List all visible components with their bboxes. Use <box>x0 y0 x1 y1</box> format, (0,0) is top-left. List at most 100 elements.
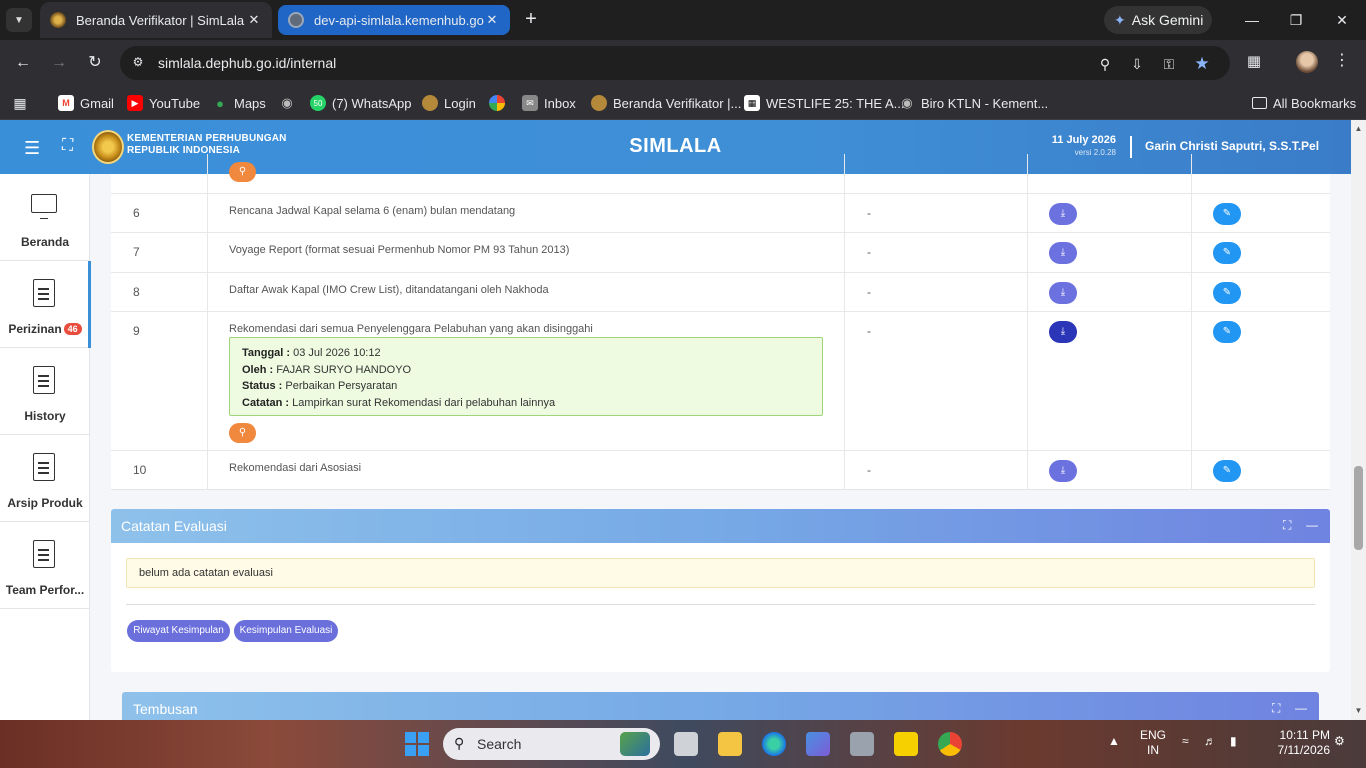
bookmark-youtube[interactable]: ▶ YouTube <box>127 93 200 113</box>
volume-icon[interactable]: ♬ <box>1204 734 1216 749</box>
row-document: Rekomendasi dari Asosiasi <box>208 451 845 490</box>
emblem-icon <box>591 95 607 111</box>
chrome-icon[interactable] <box>938 732 962 756</box>
page-scrollbar[interactable]: ▲ ▼ <box>1351 120 1366 720</box>
row-value: - <box>845 273 1028 311</box>
clock[interactable]: 10:11 PM 7/11/2026 <box>1262 728 1331 758</box>
app-viewport: ☰ ⛶ KEMENTERIAN PERHUBUNGAN REPUBLIK IND… <box>0 120 1366 720</box>
forward-arrow-icon[interactable]: → <box>46 50 72 76</box>
site-info-icon[interactable]: ⚙ <box>130 55 146 71</box>
restore-icon[interactable]: ❐ <box>1284 8 1308 32</box>
install-app-icon[interactable]: ⇩ <box>1128 55 1146 73</box>
table-row: 6 Rencana Jadwal Kapal selama 6 (enam) b… <box>111 193 1330 232</box>
language-indicator[interactable]: ENG IN <box>1138 728 1168 758</box>
download-icon[interactable]: ⤓ <box>1049 242 1077 264</box>
zoom-icon[interactable]: ⚲ <box>1096 55 1114 73</box>
collapse-minus-icon[interactable]: — <box>1306 518 1318 532</box>
sidebar-item-label: Arsip Produk <box>7 496 83 510</box>
document-icon <box>33 366 55 394</box>
close-window-icon[interactable]: ✕ <box>1330 8 1354 32</box>
scrollbar-thumb[interactable] <box>1354 466 1363 550</box>
sidebar: Beranda Perizinan 46 History Arsip Produk… <box>0 174 91 720</box>
extensions-puzzle-icon[interactable]: ▦ <box>1244 52 1264 72</box>
download-icon[interactable]: ⤓ <box>1049 203 1077 225</box>
download-icon[interactable]: ⤓ <box>1049 321 1077 343</box>
scroll-up-icon[interactable]: ▲ <box>1351 124 1366 133</box>
sidebar-item-team-performance[interactable]: Team Perfor... <box>0 522 90 609</box>
bookmark-pinwheel[interactable] <box>489 93 505 113</box>
profile-avatar[interactable] <box>1296 51 1318 73</box>
row-value: - <box>845 194 1028 232</box>
reload-icon[interactable]: ↻ <box>82 50 108 76</box>
key-icon[interactable]: ⚿ <box>1160 55 1178 73</box>
tray-chevron-up-icon[interactable]: ▲ <box>1108 734 1120 749</box>
address-bar[interactable]: ⚙ simlala.dephub.go.id/internal ⚲ ⇩ ⚿ ★ <box>120 46 1230 80</box>
edit-icon[interactable]: ✎ <box>1213 242 1241 264</box>
search-icon: ⚲ <box>454 735 465 751</box>
magnify-icon[interactable]: ⚲ <box>229 162 256 182</box>
apps-grid-icon[interactable]: ▦ <box>12 93 28 113</box>
more-menu-icon[interactable]: ⋮ <box>1334 50 1350 70</box>
scroll-down-icon[interactable]: ▼ <box>1351 706 1366 715</box>
bookmark-login[interactable]: Login <box>422 93 476 113</box>
edge-icon[interactable] <box>762 732 786 756</box>
back-arrow-icon[interactable]: ← <box>10 50 36 76</box>
camera-icon[interactable] <box>850 732 874 756</box>
kesimpulan-evaluasi-button[interactable]: Kesimpulan Evaluasi <box>234 620 338 642</box>
bookmark-whatsapp[interactable]: 50 (7) WhatsApp <box>310 93 411 113</box>
ask-gemini-label: Ask Gemini <box>1131 12 1204 28</box>
url-text: simlala.dephub.go.id/internal <box>158 55 337 71</box>
download-icon[interactable]: ⤓ <box>1049 282 1077 304</box>
expand-icon[interactable]: ⛶ <box>1283 518 1291 533</box>
tab-beranda-verifikator[interactable]: Beranda Verifikator | SimLala ✕ <box>40 2 272 38</box>
tab-close-icon[interactable]: ✕ <box>246 12 262 28</box>
ask-gemini-button[interactable]: ✦ Ask Gemini <box>1104 6 1212 34</box>
plus-icon[interactable]: + <box>520 9 542 31</box>
tab-close-icon[interactable]: ✕ <box>484 12 500 28</box>
note-author: FAJAR SURYO HANDOYO <box>276 363 412 376</box>
bookmark-gmail[interactable]: M Gmail <box>58 93 114 113</box>
download-icon[interactable]: ⤓ <box>1049 460 1077 482</box>
table-row: 10 Rekomendasi dari Asosiasi - ⤓ ✎ <box>111 450 1330 490</box>
sidebar-item-beranda[interactable]: Beranda <box>0 174 90 261</box>
row-value: - <box>845 312 1028 450</box>
collapse-minus-icon[interactable]: — <box>1295 701 1307 715</box>
pinwheel-icon <box>489 95 505 111</box>
bookmark-beranda-verifikator[interactable]: Beranda Verifikator |... <box>591 93 741 113</box>
edit-icon[interactable]: ✎ <box>1213 282 1241 304</box>
tab-search-chevron-icon[interactable]: ▼ <box>6 8 32 32</box>
bookmark-biro-ktln[interactable]: ◉ Biro KTLN - Kement... <box>899 93 1048 113</box>
edit-icon[interactable]: ✎ <box>1213 321 1241 343</box>
divider <box>126 604 1315 605</box>
bookmark-inbox[interactable]: ✉ Inbox <box>522 93 576 113</box>
notification-bell-icon[interactable]: ⚙ <box>1334 734 1345 749</box>
row-number: 10 <box>111 451 208 490</box>
expand-icon[interactable]: ⛶ <box>1272 701 1280 716</box>
all-bookmarks[interactable]: All Bookmarks <box>1252 93 1356 113</box>
sticky-notes-icon[interactable] <box>894 732 918 756</box>
bookmark-westlife[interactable]: ▦ WESTLIFE 25: THE A... <box>744 93 904 113</box>
sidebar-item-perizinan[interactable]: Perizinan 46 <box>0 261 91 348</box>
riwayat-kesimpulan-button[interactable]: Riwayat Kesimpulan <box>127 620 230 642</box>
battery-icon[interactable]: ▮ <box>1230 734 1237 749</box>
minimize-icon[interactable]: — <box>1240 8 1264 32</box>
edit-icon[interactable]: ✎ <box>1213 460 1241 482</box>
file-explorer-icon[interactable] <box>718 732 742 756</box>
browser-toolbar: ← → ↻ ⚙ simlala.dephub.go.id/internal ⚲ … <box>0 40 1366 85</box>
taskbar-search[interactable]: ⚲ Search <box>443 728 660 760</box>
edit-icon[interactable]: ✎ <box>1213 203 1241 225</box>
sidebar-item-history[interactable]: History <box>0 348 90 435</box>
wifi-icon[interactable]: ≈ <box>1182 734 1189 749</box>
user-name[interactable]: Garin Christi Saputri, S.S.T.Pel <box>1145 139 1319 153</box>
magnify-icon[interactable]: ⚲ <box>229 423 256 443</box>
app-icon[interactable] <box>806 732 830 756</box>
bookmark-maps[interactable]: ● Maps <box>212 93 266 113</box>
sidebar-item-arsip-produk[interactable]: Arsip Produk <box>0 435 90 522</box>
windows-start-icon[interactable] <box>405 732 429 756</box>
bookmark-globe[interactable]: ◉ <box>279 93 295 113</box>
youtube-icon: ▶ <box>127 95 143 111</box>
tab-dev-api[interactable]: dev-api-simlala.kemenhub.go.id ✕ <box>278 5 510 35</box>
task-view-icon[interactable] <box>674 732 698 756</box>
row-number: 7 <box>111 233 208 272</box>
star-bookmark-icon[interactable]: ★ <box>1193 55 1211 73</box>
